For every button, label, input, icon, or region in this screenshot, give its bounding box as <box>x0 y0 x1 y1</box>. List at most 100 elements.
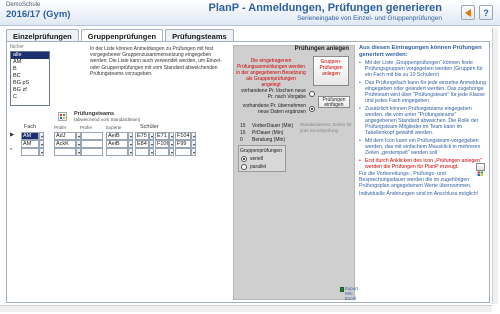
table-cell-fach[interactable]: AM <box>21 132 39 140</box>
col-fach: Fach <box>24 124 37 130</box>
info-text: In der Liste können Anmeldungen zu Prüfu… <box>90 46 222 77</box>
table-cell-schueler[interactable]: F99 <box>175 140 191 148</box>
instruction-bullet-important: Erst durch Anklicken des Icon „Prüfungen… <box>359 158 489 170</box>
delete-existing-label: vorhandene Pr. löschen neue Pr. nach Vor… <box>240 88 306 100</box>
mode-parallel-label: parallel <box>250 164 267 170</box>
table-cell-pruefer1[interactable]: AckK <box>54 140 76 148</box>
subject-list-item[interactable]: BG pS <box>11 80 49 87</box>
subject-list-item[interactable]: AM <box>11 59 49 66</box>
prep-duration-label: VorberDauer (Min) <box>252 123 294 129</box>
subject-list-item[interactable]: B <box>11 66 49 73</box>
table-cell-schueler[interactable] <box>155 148 169 156</box>
instructions-heading: Aus diesen Eintragungen können Prüfungen… <box>359 45 482 58</box>
table-cell-pruefer2[interactable] <box>81 132 103 140</box>
dropdown-arrow-icon[interactable] <box>191 148 196 156</box>
subject-list-item[interactable]: BC <box>11 73 49 80</box>
subject-list-label: fächer <box>10 44 24 50</box>
table-cell-schueler[interactable]: E75 <box>135 132 149 140</box>
table-cell-experte[interactable]: AeiB <box>106 140 128 148</box>
dropdown-arrow-icon[interactable] <box>39 132 44 140</box>
insert-exams-label: Prüfungen einfügen <box>322 97 346 108</box>
col-pruefer-2[interactable]: Prüfer <box>80 125 92 130</box>
standard-values-note: Standardwerte: Zeiten für jede Einzelprü… <box>300 122 352 133</box>
dropdown-arrow-icon[interactable] <box>39 148 44 156</box>
dropdown-arrow-icon[interactable] <box>39 140 44 148</box>
table-cell-pruefer1[interactable]: AdJ <box>54 132 76 140</box>
question-mark-icon: ? <box>483 7 489 18</box>
team-stamp-icon <box>476 163 485 176</box>
instruction-bullet: Mit dem Icon kann ein Prüfungsteam-vorge… <box>359 138 489 156</box>
table-cell-schueler[interactable] <box>135 148 149 156</box>
dropdown-arrow-icon[interactable] <box>128 140 133 148</box>
mode-serial-label: seriell <box>250 156 264 162</box>
school-year: 2016/17 (Gym) <box>6 9 71 20</box>
table-cell-schueler[interactable]: F104 <box>175 132 191 140</box>
page-subtitle: Serieneingabe von Einzel- und Gruppenprü… <box>297 15 442 22</box>
instruction-bullet: Das Prüfungsfach kann für jede einzelne … <box>359 80 489 104</box>
dropdown-arrow-icon[interactable] <box>128 148 133 156</box>
dropdown-arrow-icon[interactable] <box>169 148 174 156</box>
consult-duration-label: Beratung (Min) <box>252 137 286 143</box>
delete-existing-radio[interactable] <box>309 91 315 97</box>
consult-duration-value[interactable]: 0 <box>240 137 243 143</box>
team-stamp-icon[interactable] <box>58 112 67 123</box>
keep-existing-label: vorhandene Pr. übernehmen neue Daten erg… <box>242 103 306 115</box>
table-cell-experte[interactable]: AeiB <box>106 132 128 140</box>
col-experte[interactable]: Experte <box>106 125 122 130</box>
table-cell-fach[interactable] <box>21 148 39 156</box>
instruction-durations: Für die Vorbereitungs-, Prüfungs- und Be… <box>359 171 472 190</box>
dropdown-arrow-icon[interactable] <box>169 140 174 148</box>
dropdown-arrow-icon[interactable] <box>169 132 174 140</box>
table-cell-schueler[interactable] <box>175 148 191 156</box>
dropdown-arrow-icon[interactable] <box>149 140 154 148</box>
subject-listbox[interactable]: alle AM B BC BG pS BG zf C <box>10 51 50 106</box>
create-group-exams-button[interactable]: Gruppen-Prüfungen anlegen <box>313 56 349 86</box>
col-pruefer-1[interactable]: Prüfer <box>54 125 66 130</box>
create-exams-title: Prüfungen anlegen <box>294 46 349 52</box>
insert-exams-button[interactable]: Prüfungen einfügen <box>318 96 350 108</box>
arrow-left-icon <box>465 8 471 17</box>
vertical-scrollbar[interactable] <box>492 28 498 304</box>
exam-duration-value[interactable]: 15 <box>240 130 246 136</box>
dropdown-arrow-icon[interactable] <box>191 132 196 140</box>
exam-duration-label: PrDauer (Min) <box>252 130 284 136</box>
horizontal-scrollbar[interactable] <box>0 305 492 312</box>
subject-list-item[interactable]: BG zf <box>11 87 49 94</box>
help-button[interactable]: ? <box>479 5 493 20</box>
instructions-panel: Aus diesen Eintragungen können Prüfungen… <box>359 45 489 199</box>
table-cell-experte[interactable] <box>106 148 128 156</box>
group-exam-table: Prüfungsteams (abweichend vom Standardte… <box>10 111 232 158</box>
school-name: DemoSchule <box>6 2 41 8</box>
page-title: PlanP - Anmeldungen, Prüfungen generiere… <box>208 2 442 14</box>
app-header: DemoSchule 2016/17 (Gym) PlanP - Anmeldu… <box>0 0 500 26</box>
dropdown-arrow-icon[interactable] <box>128 132 133 140</box>
subject-list-item[interactable]: C <box>11 94 49 101</box>
instruction-bullet: Mit der Liste „Gruppenprüfungen“ können … <box>359 60 489 78</box>
mode-parallel-radio[interactable] <box>241 164 247 170</box>
excel-icon <box>340 287 344 292</box>
dropdown-arrow-icon[interactable] <box>149 132 154 140</box>
keep-existing-radio[interactable] <box>309 106 315 112</box>
create-group-exams-label: Gruppen-Prüfungen anlegen <box>319 59 343 77</box>
teams-group-subheader: (abweichend vom Standardteam) <box>74 117 141 122</box>
table-cell-pruefer1[interactable] <box>54 148 76 156</box>
mode-serial-radio[interactable] <box>241 156 247 162</box>
table-cell-pruefer2[interactable] <box>81 140 103 148</box>
table-cell-schueler[interactable]: E84 <box>135 140 149 148</box>
prep-duration-value[interactable]: 15 <box>240 123 246 129</box>
instruction-changes: Individuelle Änderungen sind im Anschlus… <box>359 191 479 198</box>
instruction-bullet: Zusätzlich können Prüfungsteams eingegeb… <box>359 106 489 136</box>
export-excel-label: Export MS-Excel <box>345 286 359 301</box>
current-row-marker: ▶ <box>10 132 15 138</box>
dropdown-arrow-icon[interactable] <box>149 148 154 156</box>
table-cell-pruefer2[interactable] <box>81 148 103 156</box>
table-cell-schueler[interactable]: F106 <box>155 140 169 148</box>
subject-list-item[interactable]: alle <box>11 52 49 59</box>
new-row-marker: * <box>10 148 13 154</box>
group-exam-note: Die eingetragenen Prüfungsanmeldungen we… <box>236 58 306 88</box>
table-cell-schueler[interactable]: E71 <box>155 132 169 140</box>
table-cell-fach[interactable]: AM <box>21 140 39 148</box>
back-button[interactable] <box>461 5 475 20</box>
dropdown-arrow-icon[interactable] <box>191 140 196 148</box>
group-exam-mode-title: Gruppenprüfungen <box>240 148 282 154</box>
